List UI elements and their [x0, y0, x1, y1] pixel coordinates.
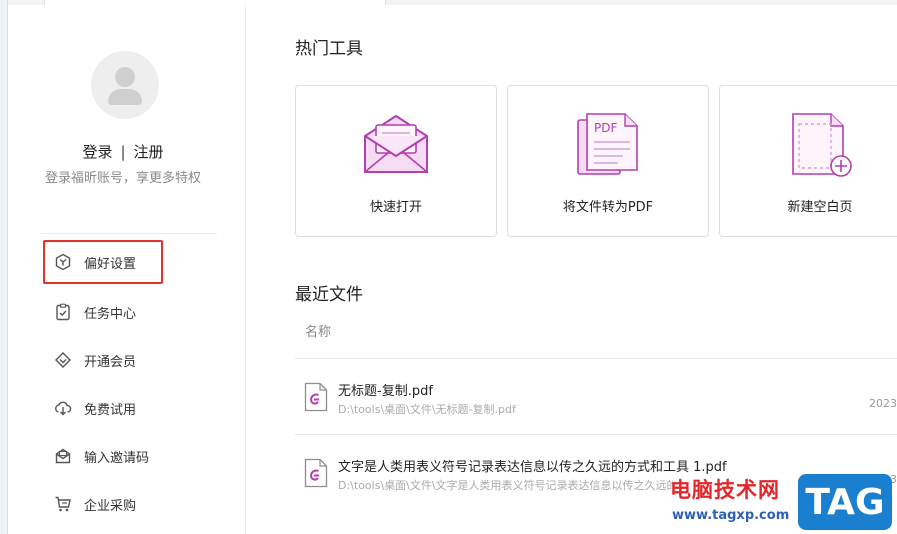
sidebar-item-label: 开通会员 — [84, 354, 137, 370]
new-blank-page-icon — [785, 112, 855, 182]
register-link[interactable]: 注册 — [134, 143, 164, 161]
card-quick-open[interactable]: 快速打开 — [295, 85, 497, 237]
card-label: 快速打开 — [369, 200, 422, 215]
cloud-download-icon — [53, 398, 73, 418]
card-new-blank-page[interactable]: 新建空白页 — [719, 85, 897, 237]
avatar[interactable] — [91, 51, 159, 119]
file-path: D:\tools\桌面\文件\无标题-复制.pdf — [338, 403, 516, 416]
open-envelope-icon — [361, 112, 431, 182]
row-divider — [295, 434, 897, 435]
recent-files-title: 最近文件 — [295, 285, 363, 305]
card-convert-to-pdf[interactable]: PDF 将文件转为PDF — [507, 85, 709, 237]
pdf-file-icon — [304, 458, 328, 492]
auth-links: 登录 | 注册 — [9, 141, 237, 162]
window-left-edge — [0, 0, 8, 534]
login-subtitle: 登录福昕账号，享更多特权 — [44, 171, 201, 186]
file-name: 无标题-复制.pdf — [338, 384, 433, 399]
invite-mail-icon — [53, 446, 73, 466]
card-label: 将文件转为PDF — [562, 200, 654, 215]
header-divider — [295, 358, 897, 359]
sidebar-item-vip[interactable]: 开通会员 — [43, 338, 163, 382]
shopping-cart-icon — [53, 494, 73, 514]
sidebar-item-label: 企业采购 — [84, 498, 137, 514]
sidebar-item-label: 输入邀请码 — [84, 450, 150, 466]
sidebar-item-label: 任务中心 — [84, 306, 137, 322]
login-link[interactable]: 登录 — [82, 143, 112, 161]
pdf-file-icon — [304, 382, 328, 416]
clipboard-check-icon — [53, 302, 73, 322]
watermark-url: www.tagxp.com — [672, 508, 790, 523]
site-watermark: 电脑技术网 www.tagxp.com TAG — [668, 470, 897, 534]
sidebar-item-enterprise-purchase[interactable]: 企业采购 — [43, 482, 163, 526]
column-header-name[interactable]: 名称 — [305, 321, 331, 340]
sidebar-item-label: 偏好设置 — [84, 256, 137, 272]
file-date: 2023 — [869, 397, 897, 410]
sidebar: 登录 | 注册 登录福昕账号，享更多特权 偏好设置 任务中心 开通会员 免费试用 输… — [9, 5, 246, 534]
convert-to-pdf-icon: PDF — [573, 112, 643, 182]
file-path: D:\tools\桌面\文件\文字是人类用表义符号记录表达信息以传之久远的方式和… — [338, 479, 673, 492]
auth-separator: | — [120, 143, 126, 161]
sidebar-item-invite-code[interactable]: 输入邀请码 — [43, 434, 163, 478]
pdf-badge-text: PDF — [594, 121, 617, 135]
watermark-tag-logo: TAG — [798, 474, 892, 530]
sidebar-item-free-trial[interactable]: 免费试用 — [43, 386, 163, 430]
recent-file-row[interactable]: 无标题-复制.pdf D:\tools\桌面\文件\无标题-复制.pdf 202… — [295, 374, 897, 434]
avatar-body — [108, 89, 142, 105]
sidebar-item-task-center[interactable]: 任务中心 — [43, 290, 163, 334]
sidebar-item-label: 免费试用 — [84, 402, 137, 418]
avatar-head — [115, 67, 135, 87]
vip-diamond-icon — [53, 350, 73, 370]
hot-tools-title: 热门工具 — [295, 39, 363, 59]
sidebar-item-preferences[interactable]: 偏好设置 — [43, 240, 163, 284]
watermark-site-name: 电脑技术网 — [670, 478, 780, 502]
card-label: 新建空白页 — [787, 200, 853, 215]
preferences-hexagon-icon — [53, 252, 73, 272]
sidebar-divider — [41, 233, 217, 234]
